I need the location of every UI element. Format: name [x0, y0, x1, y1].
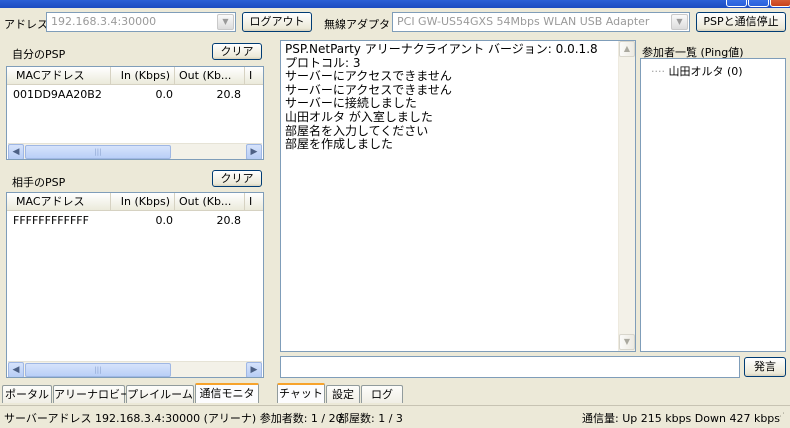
address-value: 192.168.3.4:30000 — [51, 15, 157, 28]
tab-settings[interactable]: 設定 — [326, 385, 360, 403]
psp-stop-button[interactable]: PSPと通信停止 — [696, 12, 786, 32]
col-extra[interactable]: I — [245, 193, 263, 211]
chat-line: サーバーにアクセスできません — [285, 69, 452, 84]
status-rooms: 部屋数: 1 / 3 — [338, 412, 403, 425]
chat-input[interactable] — [280, 356, 740, 378]
scroll-right-icon[interactable]: ▶ — [246, 362, 262, 377]
scroll-left-icon[interactable]: ◀ — [8, 144, 24, 159]
chat-line: サーバーに接続しました — [285, 96, 417, 111]
tab-log[interactable]: ログ — [361, 385, 403, 403]
scroll-down-icon[interactable]: ▼ — [619, 334, 635, 350]
adapter-select[interactable]: PCI GW-US54GXS 54Mbps WLAN USB Adapter ▼ — [392, 12, 690, 32]
my-psp-title: 自分のPSP — [12, 48, 66, 61]
scroll-thumb[interactable]: ||| — [25, 363, 171, 377]
other-psp-title: 相手のPSP — [12, 176, 66, 189]
address-label: アドレス — [4, 18, 48, 31]
scroll-right-icon[interactable]: ▶ — [246, 144, 262, 159]
row-in: 0.0 — [155, 88, 174, 101]
chat-lines: PSP.NetParty アリーナクライアント バージョン: 0.0.1.8 プ… — [285, 42, 598, 152]
address-input[interactable]: 192.168.3.4:30000 ▼ — [46, 12, 236, 32]
row-out: 20.8 — [216, 88, 242, 101]
adapter-label: 無線アダプタ — [324, 18, 390, 31]
chat-vscrollbar[interactable]: ▲ ▼ — [618, 41, 635, 351]
chat-line: プロトコル: 3 — [285, 55, 361, 70]
my-psp-clear-button[interactable]: クリア — [212, 43, 262, 60]
resize-grip-icon[interactable]: ⋰ — [776, 412, 785, 422]
status-server: サーバーアドレス 192.168.3.4:30000 (アリーナ) 参加者数: … — [4, 412, 343, 425]
row-out: 20.8 — [216, 214, 242, 227]
status-bar: サーバーアドレス 192.168.3.4:30000 (アリーナ) 参加者数: … — [0, 405, 790, 428]
participant-name: 山田オルタ (0) — [668, 65, 743, 78]
logout-button[interactable]: ログアウト — [242, 12, 312, 32]
col-mac[interactable]: MACアドレス — [7, 67, 111, 85]
col-in[interactable]: In (Kbps) — [111, 193, 175, 211]
col-in[interactable]: In (Kbps) — [111, 67, 175, 85]
scroll-up-icon[interactable]: ▲ — [619, 41, 635, 57]
row-in: 0.0 — [155, 214, 174, 227]
col-extra[interactable]: I — [245, 67, 263, 85]
other-psp-clear-button[interactable]: クリア — [212, 170, 262, 187]
send-button[interactable]: 発言 — [744, 357, 786, 377]
participants-list[interactable]: ···· 山田オルタ (0) — [640, 58, 786, 352]
tab-play-room[interactable]: プレイルーム — [126, 385, 194, 403]
chat-line: PSP.NetParty アリーナクライアント バージョン: 0.0.1.8 — [285, 42, 598, 56]
chat-log[interactable]: PSP.NetParty アリーナクライアント バージョン: 0.0.1.8 プ… — [280, 40, 636, 352]
chat-line: 部屋を作成しました — [285, 137, 394, 152]
col-out[interactable]: Out (Kb... — [175, 67, 245, 85]
my-psp-header: MACアドレス In (Kbps) Out (Kb... I — [7, 67, 263, 85]
tab-chat[interactable]: チャット — [277, 383, 325, 403]
my-psp-list[interactable]: MACアドレス In (Kbps) Out (Kb... I 001DD9AA2… — [6, 66, 264, 160]
adapter-value: PCI GW-US54GXS 54Mbps WLAN USB Adapter — [397, 15, 650, 28]
close-icon[interactable] — [770, 0, 790, 7]
row-mac: FFFFFFFFFFFF — [13, 214, 89, 227]
tab-network-monitor[interactable]: 通信モニタ — [195, 383, 259, 403]
other-psp-header: MACアドレス In (Kbps) Out (Kb... I — [7, 193, 263, 211]
row-mac: 001DD9AA20B2 — [13, 88, 102, 101]
chat-line: 山田オルタ が入室しました — [285, 109, 433, 124]
other-psp-hscrollbar[interactable]: ◀ ||| ▶ — [8, 361, 262, 377]
other-psp-list[interactable]: MACアドレス In (Kbps) Out (Kb... I FFFFFFFFF… — [6, 192, 264, 378]
title-bar — [0, 0, 790, 8]
chevron-down-icon[interactable]: ▼ — [671, 14, 688, 30]
scroll-thumb[interactable]: ||| — [25, 145, 171, 159]
maximize-icon[interactable] — [748, 0, 769, 7]
minimize-icon[interactable] — [726, 0, 747, 7]
chevron-down-icon[interactable]: ▼ — [217, 14, 234, 30]
col-mac[interactable]: MACアドレス — [7, 193, 111, 211]
tree-connector-icon: ···· — [651, 65, 665, 78]
col-out[interactable]: Out (Kb... — [175, 193, 245, 211]
scroll-left-icon[interactable]: ◀ — [8, 362, 24, 377]
tab-portal[interactable]: ポータル — [2, 385, 52, 403]
my-psp-hscrollbar[interactable]: ◀ ||| ▶ — [8, 143, 262, 159]
status-traffic: 通信量: Up 215 kbps Down 427 kbps — [582, 412, 781, 425]
tab-arena-lobby[interactable]: アリーナロビー — [53, 385, 131, 403]
participant-item[interactable]: ···· 山田オルタ (0) — [651, 63, 743, 79]
